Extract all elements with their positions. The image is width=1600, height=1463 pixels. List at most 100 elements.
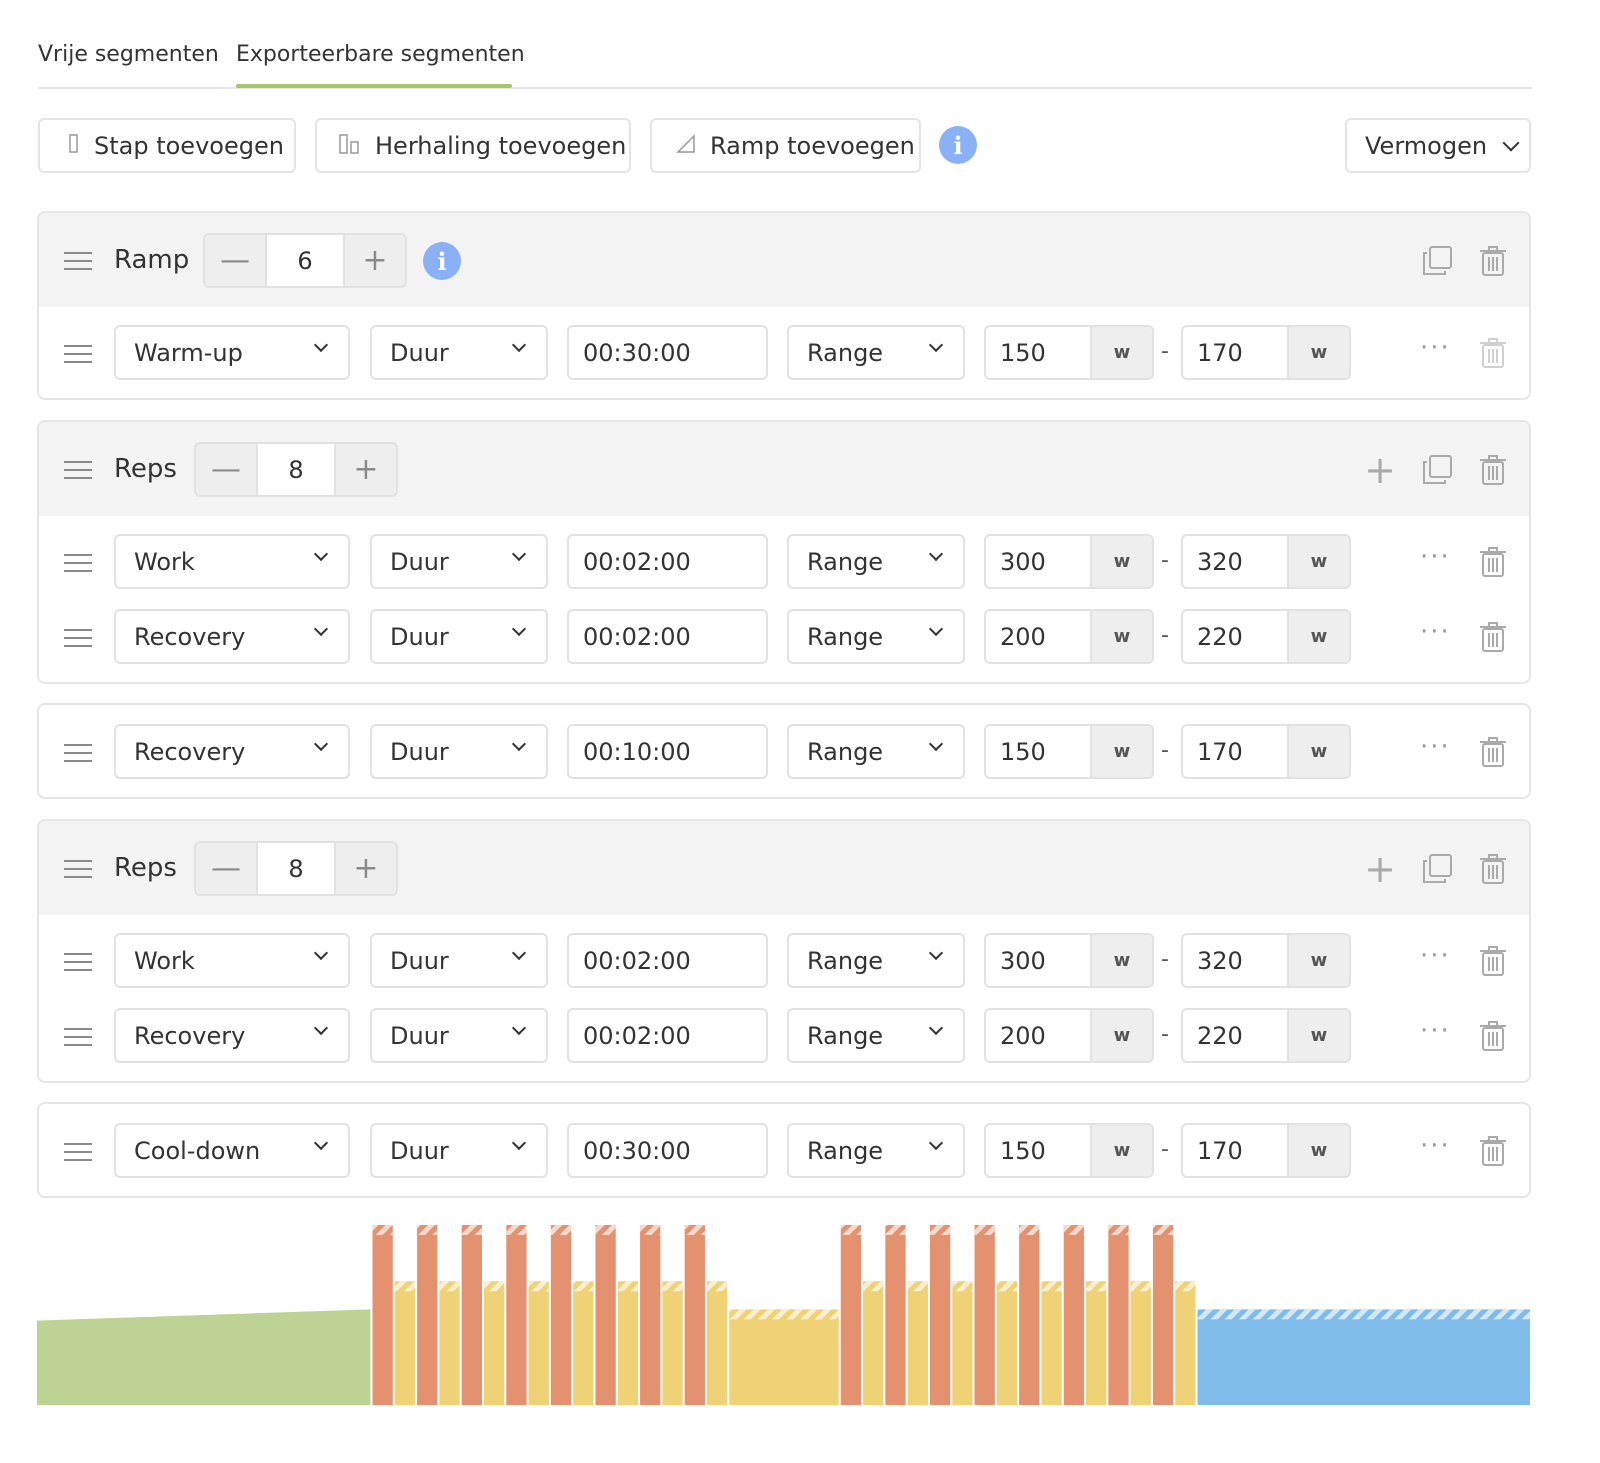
trash-icon[interactable]	[1477, 619, 1509, 655]
count-value[interactable]: 8	[256, 444, 336, 495]
duration-input[interactable]: 00:30:00	[567, 1123, 768, 1178]
low-power-value[interactable]: 150	[986, 1125, 1090, 1176]
high-power-value[interactable]: 170	[1183, 726, 1287, 777]
tab-exporteerbare-segmenten[interactable]: Exporteerbare segmenten	[236, 42, 525, 67]
high-power-value[interactable]: 320	[1183, 935, 1287, 986]
copy-icon[interactable]	[1419, 851, 1455, 887]
copy-icon[interactable]	[1419, 243, 1455, 279]
segment-type-select[interactable]: Work	[114, 933, 350, 988]
high-power-value[interactable]: 220	[1183, 1010, 1287, 1061]
target-select[interactable]: Range	[787, 325, 965, 380]
high-power-value[interactable]: 220	[1183, 611, 1287, 662]
duration-mode-select[interactable]: Duur	[370, 1123, 548, 1178]
low-power-value[interactable]: 150	[986, 327, 1090, 378]
low-power-input[interactable]: 300 w	[984, 933, 1154, 988]
duration-input[interactable]: 00:10:00	[567, 724, 768, 779]
drag-handle-icon[interactable]	[64, 1028, 92, 1046]
trash-icon[interactable]	[1477, 734, 1509, 770]
metric-select[interactable]: Vermogen	[1345, 118, 1531, 173]
add-step-button[interactable]: Stap toevoegen	[38, 118, 296, 173]
drag-handle-icon[interactable]	[64, 860, 92, 878]
add-ramp-button[interactable]: Ramp toevoegen	[650, 118, 921, 173]
segment-type-select[interactable]: Work	[114, 534, 350, 589]
count-stepper[interactable]: — 8 +	[194, 442, 398, 497]
low-power-value[interactable]: 200	[986, 1010, 1090, 1061]
duration-input[interactable]: 00:02:00	[567, 1008, 768, 1063]
low-power-input[interactable]: 150 w	[984, 724, 1154, 779]
segment-type-select[interactable]: Recovery	[114, 724, 350, 779]
high-power-input[interactable]: 220 w	[1181, 609, 1351, 664]
drag-handle-icon[interactable]	[64, 953, 92, 971]
target-select[interactable]: Range	[787, 933, 965, 988]
more-dots-icon[interactable]: ···	[1420, 1131, 1451, 1161]
high-power-value[interactable]: 170	[1183, 1125, 1287, 1176]
duration-input[interactable]: 00:02:00	[567, 933, 768, 988]
segment-type-select[interactable]: Cool-down	[114, 1123, 350, 1178]
trash-icon[interactable]	[1477, 943, 1509, 979]
more-dots-icon[interactable]: ···	[1420, 1016, 1451, 1046]
count-value[interactable]: 6	[265, 235, 345, 286]
target-select[interactable]: Range	[787, 724, 965, 779]
high-power-value[interactable]: 170	[1183, 327, 1287, 378]
drag-handle-icon[interactable]	[64, 744, 92, 762]
segment-type-select[interactable]: Warm-up	[114, 325, 350, 380]
high-power-input[interactable]: 170 w	[1181, 724, 1351, 779]
tab-vrije-segmenten[interactable]: Vrije segmenten	[38, 42, 219, 67]
low-power-value[interactable]: 150	[986, 726, 1090, 777]
duration-input[interactable]: 00:30:00	[567, 325, 768, 380]
target-select[interactable]: Range	[787, 534, 965, 589]
low-power-input[interactable]: 150 w	[984, 325, 1154, 380]
drag-handle-icon[interactable]	[64, 461, 92, 479]
segment-type-select[interactable]: Recovery	[114, 609, 350, 664]
duration-mode-select[interactable]: Duur	[370, 933, 548, 988]
count-stepper[interactable]: — 6 +	[203, 233, 407, 288]
duration-mode-select[interactable]: Duur	[370, 325, 548, 380]
segment-type-select[interactable]: Recovery	[114, 1008, 350, 1063]
minus-icon[interactable]: —	[205, 235, 265, 286]
info-icon[interactable]: i	[939, 126, 977, 164]
info-icon[interactable]: i	[423, 242, 461, 280]
duration-mode-select[interactable]: Duur	[370, 609, 548, 664]
duration-mode-select[interactable]: Duur	[370, 534, 548, 589]
target-select[interactable]: Range	[787, 609, 965, 664]
drag-handle-icon[interactable]	[64, 345, 92, 363]
add-repeat-button[interactable]: Herhaling toevoegen	[315, 118, 631, 173]
trash-icon[interactable]	[1477, 243, 1509, 279]
low-power-value[interactable]: 300	[986, 536, 1090, 587]
target-select[interactable]: Range	[787, 1008, 965, 1063]
target-select[interactable]: Range	[787, 1123, 965, 1178]
trash-icon[interactable]	[1477, 1018, 1509, 1054]
trash-icon[interactable]	[1477, 335, 1509, 371]
duration-mode-select[interactable]: Duur	[370, 724, 548, 779]
more-dots-icon[interactable]: ···	[1420, 941, 1451, 971]
duration-input[interactable]: 00:02:00	[567, 534, 768, 589]
high-power-input[interactable]: 170 w	[1181, 1123, 1351, 1178]
plus-icon[interactable]: +	[1363, 448, 1397, 492]
drag-handle-icon[interactable]	[64, 629, 92, 647]
low-power-input[interactable]: 150 w	[984, 1123, 1154, 1178]
high-power-input[interactable]: 320 w	[1181, 933, 1351, 988]
low-power-input[interactable]: 200 w	[984, 609, 1154, 664]
duration-mode-select[interactable]: Duur	[370, 1008, 548, 1063]
more-dots-icon[interactable]: ···	[1420, 333, 1451, 363]
duration-input[interactable]: 00:02:00	[567, 609, 768, 664]
drag-handle-icon[interactable]	[64, 1143, 92, 1161]
plus-icon[interactable]: +	[1363, 847, 1397, 891]
low-power-value[interactable]: 200	[986, 611, 1090, 662]
more-dots-icon[interactable]: ···	[1420, 617, 1451, 647]
count-stepper[interactable]: — 8 +	[194, 841, 398, 896]
trash-icon[interactable]	[1477, 1133, 1509, 1169]
high-power-value[interactable]: 320	[1183, 536, 1287, 587]
minus-icon[interactable]: —	[196, 444, 256, 495]
minus-icon[interactable]: —	[196, 843, 256, 894]
plus-icon[interactable]: +	[345, 235, 405, 286]
trash-icon[interactable]	[1477, 851, 1509, 887]
drag-handle-icon[interactable]	[64, 554, 92, 572]
more-dots-icon[interactable]: ···	[1420, 542, 1451, 572]
low-power-value[interactable]: 300	[986, 935, 1090, 986]
high-power-input[interactable]: 320 w	[1181, 534, 1351, 589]
more-dots-icon[interactable]: ···	[1420, 732, 1451, 762]
high-power-input[interactable]: 170 w	[1181, 325, 1351, 380]
trash-icon[interactable]	[1477, 452, 1509, 488]
plus-icon[interactable]: +	[336, 843, 396, 894]
